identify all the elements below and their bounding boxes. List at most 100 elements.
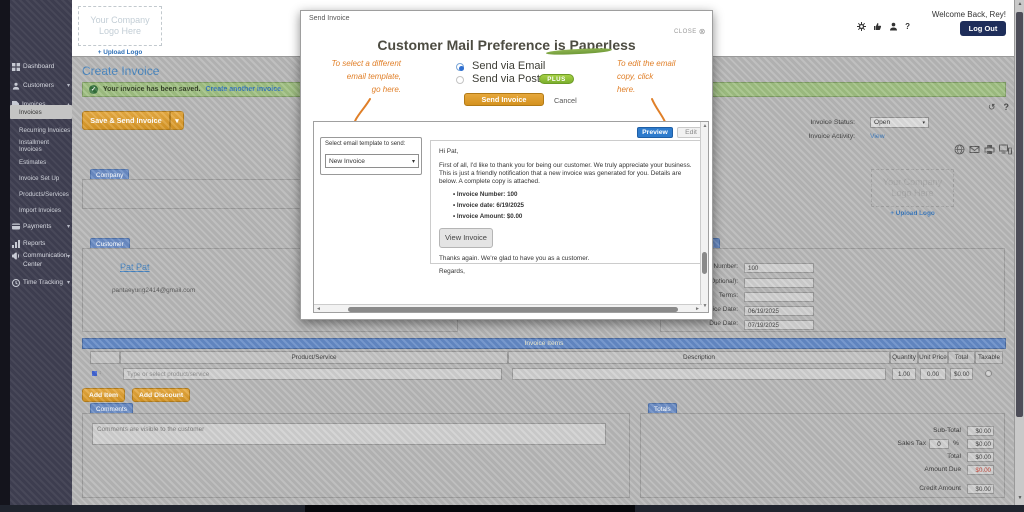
printer-icon[interactable] (984, 144, 995, 155)
description-input[interactable] (512, 368, 886, 380)
sidebar-item-dashboard[interactable]: Dashboard (12, 60, 70, 73)
taxable-checkbox[interactable] (985, 370, 992, 377)
customer-name-link[interactable]: Pat Pat (120, 262, 150, 272)
scroll-up-icon[interactable]: ▲ (1018, 2, 1023, 7)
sidebar-subitem-invoices[interactable]: Invoices (10, 105, 72, 119)
invoice-status-select[interactable]: Open▾ (870, 117, 929, 128)
radio-dot (459, 66, 464, 71)
page-scrollbar[interactable]: ▲ ▼ (1014, 0, 1024, 505)
send-via-email-radio[interactable] (456, 63, 464, 71)
totals-section-box: Sub-Total$0.00 Sales Tax % $0.00 Total$0… (640, 413, 1005, 498)
bottom-bar-segment (305, 505, 635, 512)
send-invoice-button[interactable]: Send Invoice (464, 93, 544, 106)
scroll-up-icon[interactable]: ▲ (703, 124, 708, 129)
globe-icon[interactable] (954, 144, 965, 155)
toolbar-mini-icons: ↺ ? (988, 102, 1009, 113)
save-send-invoice-button[interactable]: Save & Send Invoice (82, 111, 170, 130)
sidebar-item-payments[interactable]: Payments ▾ (12, 220, 70, 233)
preview-tab-button[interactable]: Preview (637, 127, 673, 138)
scroll-right-icon[interactable]: ► (695, 307, 700, 312)
sidebar-subitem-import-invoices[interactable]: Import Invoices (10, 203, 72, 217)
sidebar-item-label: Time Tracking (23, 279, 63, 286)
sidebar-subitem-products-services[interactable]: Products/Services (10, 187, 72, 201)
add-item-button[interactable]: Add Item (82, 388, 125, 402)
scroll-down-icon[interactable]: ▼ (703, 304, 708, 309)
scroll-left-icon[interactable]: ◄ (316, 307, 321, 312)
invoice-status-label: Invoice Status: (772, 119, 855, 126)
sidebar-item-customers[interactable]: Customers ▾ (12, 79, 70, 92)
product-service-column: Product/Service (120, 351, 508, 364)
credit-amount-label: Credit Amount (919, 485, 961, 492)
send-via-postal-label[interactable]: Send via Postal (472, 73, 548, 85)
sidebar-item-time-tracking[interactable]: Time Tracking ▾ (12, 276, 70, 289)
create-another-invoice-link[interactable]: Create another invoice. (206, 86, 283, 93)
sales-tax-input[interactable] (929, 439, 949, 449)
template-select[interactable]: New Invoice▾ (325, 154, 419, 168)
company-logo-placeholder[interactable]: Your Company Logo Here (78, 6, 162, 46)
thumbs-up-icon[interactable] (873, 22, 882, 31)
row-drag-handle[interactable]: ↕ (92, 370, 102, 376)
total-value: $0.00 (967, 452, 994, 462)
help-icon[interactable]: ? (905, 22, 910, 31)
product-service-input[interactable] (123, 368, 502, 380)
undo-icon[interactable]: ↺ (988, 102, 996, 113)
invoice-number-input[interactable]: 100 (744, 263, 814, 273)
terms-input[interactable] (744, 292, 814, 302)
total-column: Total (948, 351, 975, 364)
welcome-text: Welcome Back, Rey! (932, 10, 1006, 19)
logo-text: Your Company Logo Here (878, 177, 948, 199)
quantity-input[interactable] (892, 368, 916, 380)
sidebar-subitem-recurring-invoices[interactable]: Recurring Invoices (10, 123, 72, 137)
unit-price-column: Unit Price (918, 351, 948, 364)
page-scroll-thumb[interactable] (1016, 12, 1023, 417)
sidebar: Dashboard Customers ▾ Invoices ▴ Invoice… (0, 0, 72, 512)
po-number-input[interactable] (744, 278, 814, 288)
devices-icon[interactable] (999, 144, 1012, 155)
comments-textarea[interactable] (92, 423, 606, 445)
chevron-down-icon: ▾ (67, 279, 70, 286)
due-date-input[interactable]: 07/19/2025 (744, 320, 814, 330)
invoice-items-header: Invoice Items (82, 338, 1006, 349)
vertical-scroll-thumb[interactable] (702, 252, 707, 274)
close-button[interactable]: CLOSE ⊗ (674, 27, 706, 36)
help-icon[interactable]: ? (1004, 102, 1010, 113)
cancel-link[interactable]: Cancel (554, 96, 577, 105)
clock-icon (12, 279, 20, 287)
sidebar-subitem-installment-invoices[interactable]: Installment Invoices (10, 139, 72, 153)
send-via-email-label[interactable]: Send via Email (472, 60, 545, 72)
preview-vertical-scrollbar[interactable]: ▲ ▼ (700, 122, 708, 312)
invoice-upload-logo-link[interactable]: + Upload Logo (871, 210, 954, 217)
invoice-date-input[interactable]: 06/19/2025 (744, 306, 814, 316)
invoice-logo-placeholder[interactable]: Your Company Logo Here (871, 169, 954, 207)
sidebar-subitem-estimates[interactable]: Estimates (10, 155, 72, 169)
view-invoice-button[interactable]: View Invoice (439, 228, 493, 248)
user-icon[interactable] (889, 22, 898, 31)
add-discount-button[interactable]: Add Discount (132, 388, 190, 402)
upload-logo-link[interactable]: + Upload Logo (78, 49, 162, 56)
invoice-activity-view-link[interactable]: View (870, 133, 885, 140)
sidebar-item-communication-center[interactable]: Communication Center ▾ (12, 251, 70, 273)
sidebar-item-label: Payments (23, 223, 51, 230)
modal-heading: Customer Mail Preference is Paperless (301, 37, 712, 53)
total-label: Total (947, 453, 961, 460)
unit-price-input[interactable] (920, 368, 946, 380)
preview-horizontal-scrollbar[interactable]: ◄ ► (314, 304, 702, 312)
send-via-postal-radio[interactable] (456, 76, 464, 84)
scroll-down-icon[interactable]: ▼ (1018, 496, 1023, 501)
app-screen: Your Company Logo Here + Upload Logo Wel… (0, 0, 1024, 512)
horizontal-scroll-thumb[interactable] (348, 307, 678, 312)
page-title: Create Invoice (82, 64, 159, 78)
credit-amount-value: $0.00 (967, 484, 994, 494)
sidebar-item-reports[interactable]: Reports (12, 237, 70, 250)
gear-icon[interactable] (857, 22, 866, 31)
close-label: CLOSE (674, 29, 697, 35)
modal-title: Send Invoice (309, 15, 349, 22)
email-signoff: Regards, (439, 268, 693, 276)
email-icon[interactable] (969, 144, 980, 155)
logout-button[interactable]: Log Out (960, 21, 1006, 36)
email-bullet-list: • Invoice Number: 100 • Invoice date: 6/… (453, 191, 693, 221)
customer-email: pantaeyung2414@gmail.com (112, 287, 195, 294)
sidebar-subitem-invoice-set-up[interactable]: Invoice Set Up (10, 171, 72, 185)
row-sort-icon: ↕ (99, 370, 102, 376)
save-send-dropdown-button[interactable]: ▾ (170, 111, 184, 130)
